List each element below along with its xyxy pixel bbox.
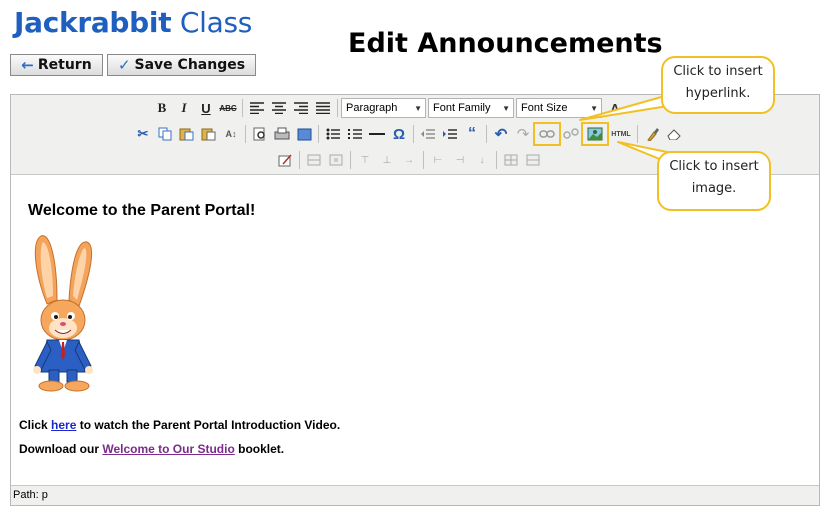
unlink-icon[interactable]: [560, 123, 582, 145]
bullet-list-icon[interactable]: [322, 123, 344, 145]
logo-bold-text: Jackrabbit: [14, 6, 172, 39]
return-button[interactable]: ← Return: [10, 54, 103, 76]
numbered-list-icon[interactable]: [344, 123, 366, 145]
booklet-line: Download our Welcome to Our Studio bookl…: [19, 442, 284, 456]
line2-prefix: Download our: [19, 442, 103, 456]
paste-text-icon[interactable]: [198, 123, 220, 145]
split-cells-icon[interactable]: [500, 149, 522, 171]
indent-icon[interactable]: [439, 123, 461, 145]
intro-video-line: Click here to watch the Parent Portal In…: [19, 418, 340, 432]
paste-icon[interactable]: [176, 123, 198, 145]
toolbar-separator: [245, 125, 246, 143]
line1-suffix: to watch the Parent Portal Introduction …: [76, 418, 341, 432]
delete-col-icon[interactable]: ↓: [471, 149, 493, 171]
toolbar-separator: [637, 125, 638, 143]
toolbar-separator: [496, 151, 497, 169]
line1-prefix: Click: [19, 418, 52, 432]
font-family-select[interactable]: Font Family ▼: [428, 98, 514, 118]
cut-icon[interactable]: ✂: [132, 123, 154, 145]
format-select[interactable]: Paragraph ▼: [341, 98, 426, 118]
undo-icon[interactable]: ↶: [490, 123, 512, 145]
insert-link-icon[interactable]: [533, 122, 561, 146]
here-link[interactable]: here: [51, 418, 76, 432]
insert-col-before-icon[interactable]: ⊢: [427, 149, 449, 171]
page-title: Edit Announcements: [348, 28, 663, 59]
insert-image-icon[interactable]: [581, 122, 609, 146]
visual-aid-icon[interactable]: [274, 149, 296, 171]
editor-status-bar: Path: p: [11, 485, 819, 505]
strikethrough-icon[interactable]: ABC: [217, 97, 239, 119]
outdent-icon[interactable]: [417, 123, 439, 145]
toolbar-separator: [423, 151, 424, 169]
fullscreen-icon[interactable]: [293, 123, 315, 145]
redo-icon[interactable]: ↷: [512, 123, 534, 145]
toolbar-separator: [486, 125, 487, 143]
toolbar-row-2: ✂ A↕ Ω “ ↶ ↷ HTML: [132, 122, 685, 146]
return-button-label: Return: [37, 57, 92, 73]
delete-row-icon[interactable]: →: [398, 149, 420, 171]
font-size-select-value: Font Size: [521, 102, 568, 114]
checkmark-icon: ✓: [117, 56, 131, 74]
editor-content-area[interactable]: Welcome to the Parent Portal! Click here…: [11, 176, 819, 485]
toolbar-separator: [318, 125, 319, 143]
align-center-icon[interactable]: [268, 97, 290, 119]
align-right-icon[interactable]: [290, 97, 312, 119]
table-cell-props-icon[interactable]: [325, 149, 347, 171]
print-icon[interactable]: [271, 123, 293, 145]
cleanup-brush-icon[interactable]: [641, 123, 663, 145]
italic-icon[interactable]: I: [173, 97, 195, 119]
toolbar-row-3: ⊤ ⊥ → ⊢ ⊣ ↓: [274, 149, 544, 171]
insert-row-after-icon[interactable]: ⊥: [376, 149, 398, 171]
insert-row-before-icon[interactable]: ⊤: [354, 149, 376, 171]
copy-icon[interactable]: [154, 123, 176, 145]
logo-light-text: Class: [179, 6, 253, 39]
toolbar-separator: [413, 125, 414, 143]
merge-cells-icon[interactable]: [522, 149, 544, 171]
arrow-left-icon: ←: [21, 56, 34, 74]
insert-image-callout: Click to insert image.: [657, 151, 771, 211]
save-button-label: Save Changes: [134, 57, 246, 73]
eraser-icon[interactable]: [663, 123, 685, 145]
special-character-icon[interactable]: Ω: [388, 123, 410, 145]
blockquote-icon[interactable]: “: [461, 123, 483, 145]
html-source-icon[interactable]: HTML: [608, 123, 634, 145]
toolbar-separator: [350, 151, 351, 169]
line2-suffix: booklet.: [234, 442, 285, 456]
find-icon[interactable]: [249, 123, 271, 145]
table-row-props-icon[interactable]: [303, 149, 325, 171]
align-justify-icon[interactable]: [312, 97, 334, 119]
paste-word-icon[interactable]: A↕: [220, 123, 242, 145]
toolbar-separator: [242, 99, 243, 117]
horizontal-rule-icon[interactable]: [366, 123, 388, 145]
insert-col-after-icon[interactable]: ⊣: [449, 149, 471, 171]
toolbar-separator: [299, 151, 300, 169]
jackrabbit-class-logo: Jackrabbit Class: [14, 6, 252, 39]
format-select-value: Paragraph: [346, 102, 398, 114]
font-size-select[interactable]: Font Size ▼: [516, 98, 602, 118]
insert-hyperlink-callout: Click to insert hyperlink.: [661, 56, 775, 114]
align-left-icon[interactable]: [246, 97, 268, 119]
welcome-heading: Welcome to the Parent Portal!: [28, 202, 256, 219]
chevron-down-icon: ▼: [414, 103, 422, 113]
chevron-down-icon: ▼: [502, 103, 510, 113]
welcome-booklet-link[interactable]: Welcome to Our Studio: [102, 442, 234, 456]
text-color-icon[interactable]: A: [604, 97, 626, 119]
font-family-select-value: Font Family: [433, 102, 491, 114]
underline-icon[interactable]: U: [195, 97, 217, 119]
save-changes-button[interactable]: ✓ Save Changes: [107, 54, 256, 76]
chevron-down-icon: ▼: [590, 103, 598, 113]
toolbar-separator: [337, 99, 338, 117]
bold-icon[interactable]: B: [151, 97, 173, 119]
jackrabbit-mascot-image: [33, 235, 93, 392]
toolbar-row-1: B I U ABC Paragraph ▼ Font Family ▼ Font…: [151, 97, 626, 119]
